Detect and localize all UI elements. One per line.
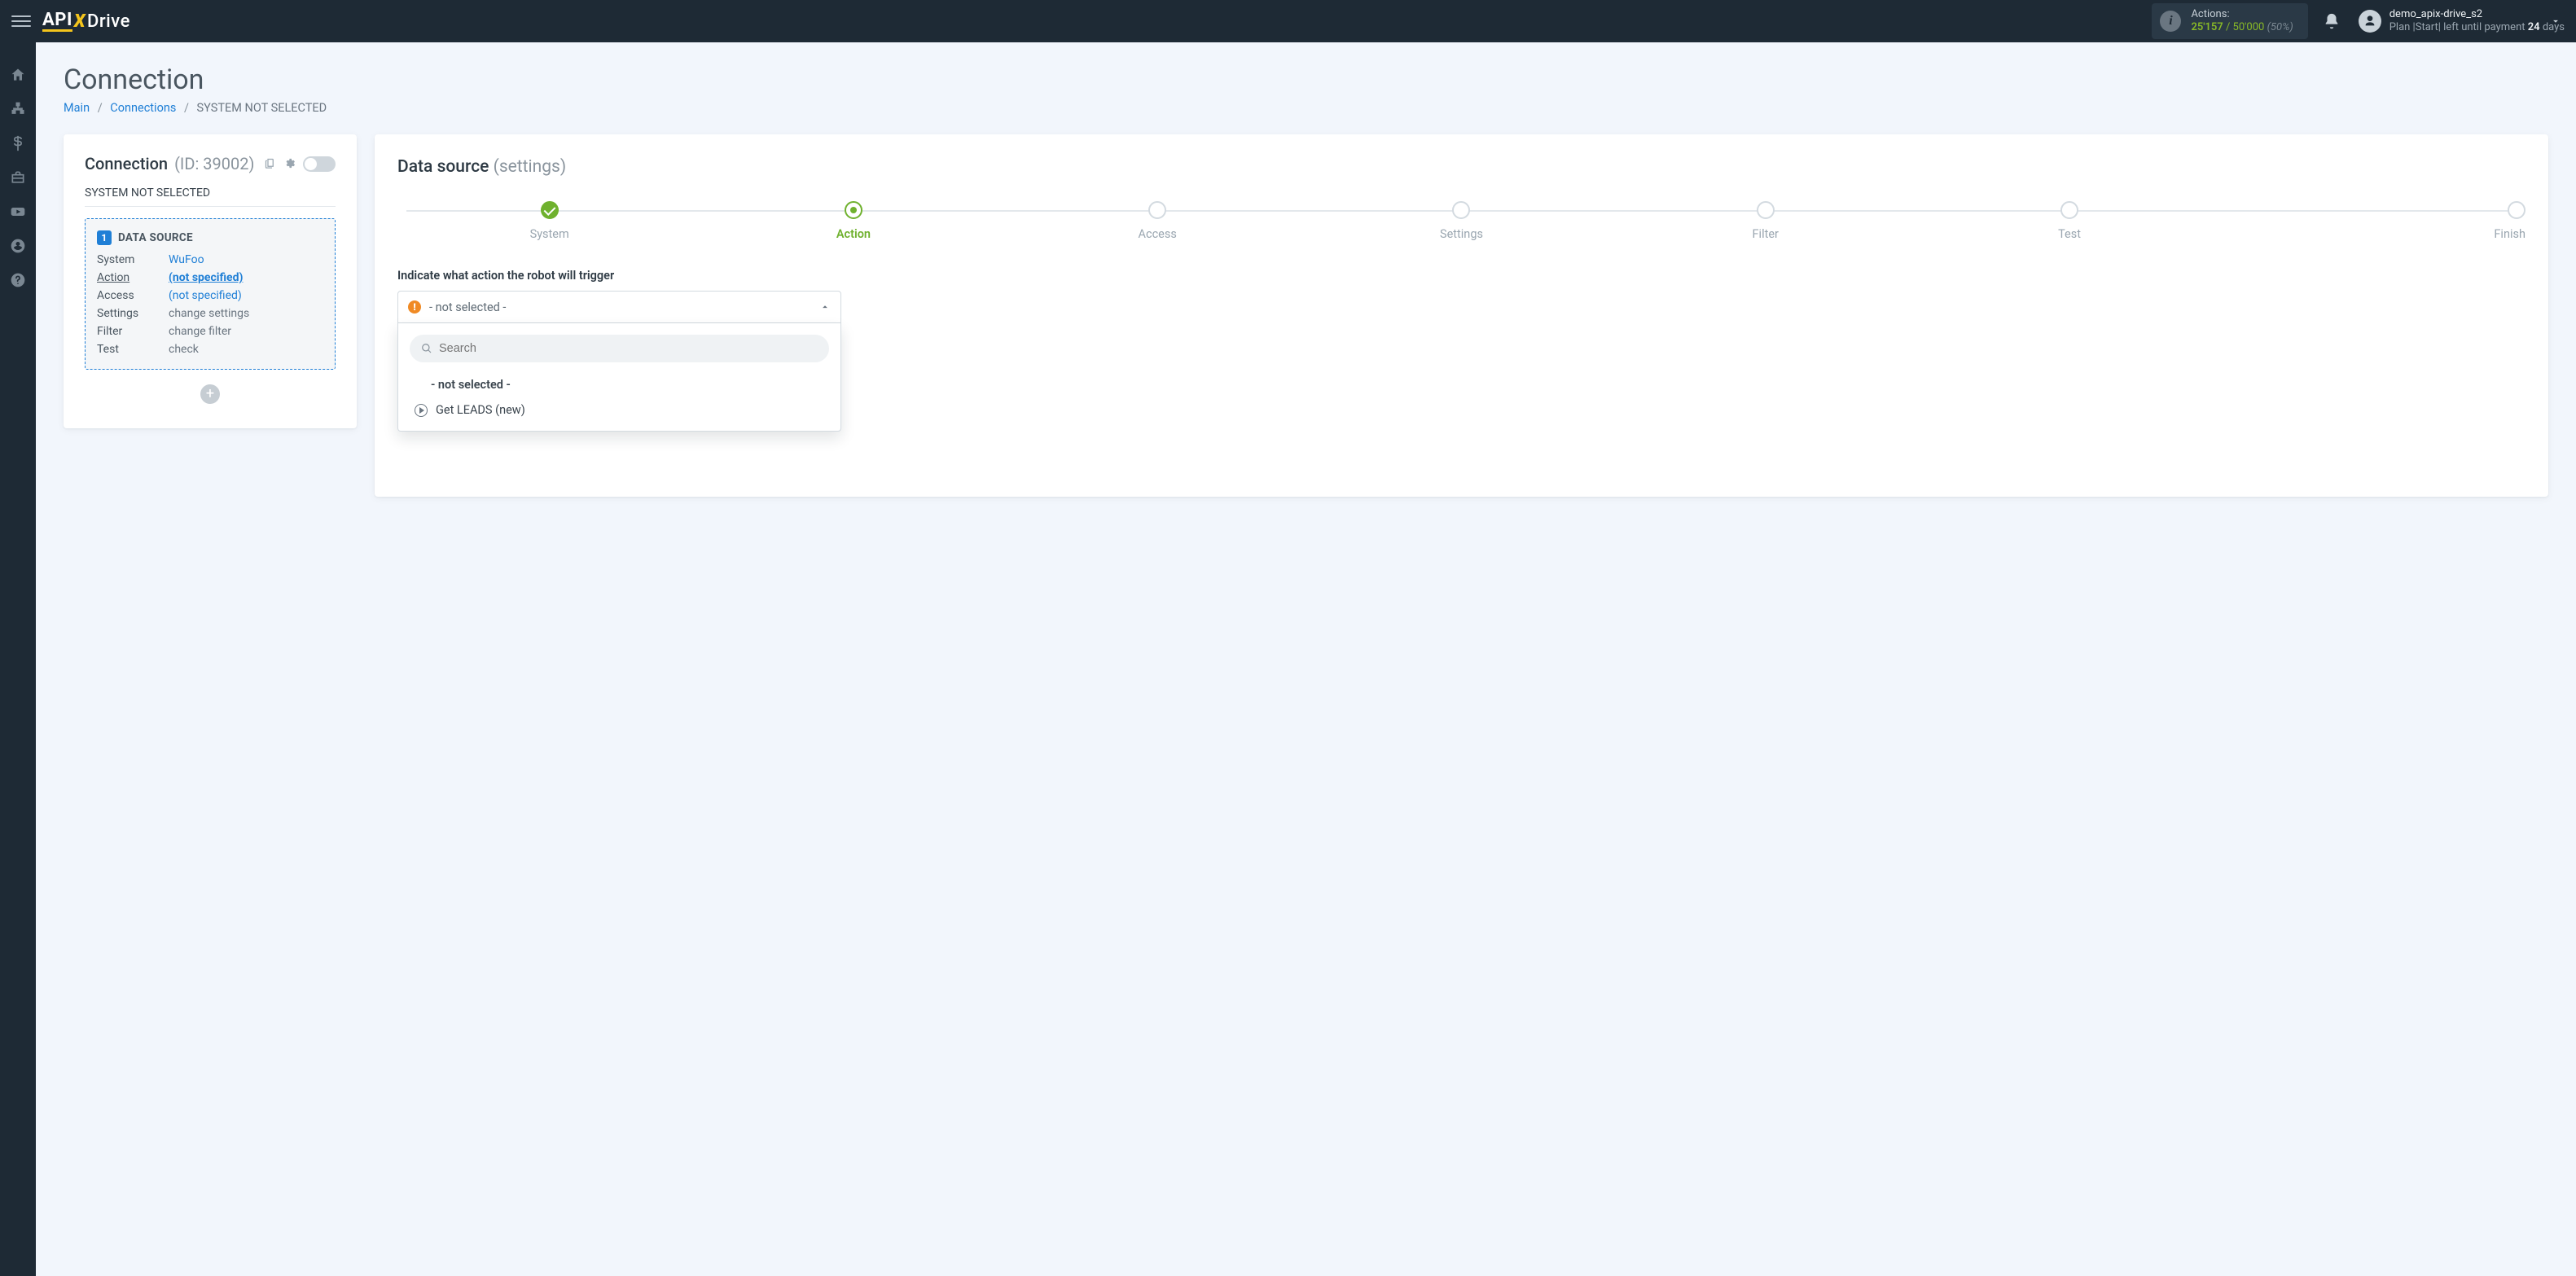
logo-api: API bbox=[42, 11, 72, 32]
wizard-stepper: System Action Access Settings Filter Tes… bbox=[397, 201, 2526, 241]
connection-heading: Connection bbox=[85, 154, 168, 173]
topbar: API X Drive i Actions: 25'157 / 50'000 (… bbox=[0, 0, 2576, 42]
side-rail bbox=[0, 42, 36, 1276]
help-icon[interactable] bbox=[10, 272, 26, 288]
crumb-current: SYSTEM NOT SELECTED bbox=[197, 101, 327, 115]
ds-heading: Data source bbox=[397, 157, 489, 177]
ds-badge: 1 bbox=[97, 230, 112, 245]
row-access-val[interactable]: (not specified) bbox=[169, 289, 323, 302]
crumb-sep: / bbox=[98, 101, 103, 115]
action-prompt: Indicate what action the robot will trig… bbox=[397, 269, 2526, 283]
logo-drive: Drive bbox=[87, 11, 130, 32]
step-finish[interactable]: Finish bbox=[2222, 201, 2526, 241]
actions-label: Actions: bbox=[2191, 8, 2293, 21]
step-system[interactable]: System bbox=[397, 201, 701, 241]
action-select-value: - not selected - bbox=[429, 300, 506, 314]
chevron-up-icon bbox=[819, 301, 831, 313]
connection-id: (ID: 39002) bbox=[174, 154, 254, 173]
actions-quota-pill[interactable]: i Actions: 25'157 / 50'000 (50%) bbox=[2152, 3, 2307, 40]
warning-icon: ! bbox=[408, 300, 421, 314]
play-icon bbox=[415, 404, 428, 417]
breadcrumb: Main / Connections / SYSTEM NOT SELECTED bbox=[64, 101, 2548, 115]
avatar-icon bbox=[2359, 10, 2381, 33]
action-select-head[interactable]: ! - not selected - bbox=[397, 291, 841, 323]
add-destination-button[interactable]: + bbox=[200, 384, 220, 404]
briefcase-icon[interactable] bbox=[10, 169, 26, 186]
info-icon: i bbox=[2160, 11, 2181, 32]
copy-icon[interactable] bbox=[264, 157, 276, 169]
row-action-key[interactable]: Action bbox=[97, 271, 162, 284]
action-select: ! - not selected - - not selected - Get … bbox=[397, 291, 841, 432]
option-not-selected[interactable]: - not selected - bbox=[410, 372, 829, 397]
dollar-icon[interactable] bbox=[10, 135, 26, 151]
step-test[interactable]: Test bbox=[1917, 201, 2221, 241]
chevron-down-icon[interactable] bbox=[2550, 15, 2561, 27]
ds-heading-sub: (settings) bbox=[494, 157, 567, 177]
row-action-val[interactable]: (not specified) bbox=[169, 271, 323, 284]
connection-enable-toggle[interactable] bbox=[303, 156, 336, 172]
user-menu[interactable]: demo_apix-drive_s2 Plan |Start| left unt… bbox=[2359, 8, 2565, 35]
ds-title: DATA SOURCE bbox=[118, 231, 193, 244]
row-system-val[interactable]: WuFoo bbox=[169, 253, 323, 266]
data-source-box: 1 DATA SOURCE System WuFoo Action (not s… bbox=[85, 218, 336, 370]
user-name: demo_apix-drive_s2 bbox=[2389, 8, 2565, 21]
row-filter-val[interactable]: change filter bbox=[169, 325, 323, 338]
crumb-connections[interactable]: Connections bbox=[110, 101, 176, 115]
row-filter-key: Filter bbox=[97, 325, 162, 338]
step-access[interactable]: Access bbox=[1006, 201, 1310, 241]
search-icon bbox=[421, 343, 432, 354]
actions-pct: (50%) bbox=[2267, 21, 2293, 33]
youtube-icon[interactable] bbox=[10, 204, 26, 220]
page-title: Connection bbox=[64, 64, 2548, 96]
logo-x: X bbox=[74, 11, 86, 32]
brand-logo[interactable]: API X Drive bbox=[42, 11, 130, 32]
row-access-key: Access bbox=[97, 289, 162, 302]
gear-icon[interactable] bbox=[283, 157, 296, 169]
option-get-leads-label: Get LEADS (new) bbox=[436, 403, 525, 417]
actions-sep: / bbox=[2223, 21, 2233, 33]
home-icon[interactable] bbox=[10, 67, 26, 83]
page-body: Connection Main / Connections / SYSTEM N… bbox=[36, 42, 2576, 1276]
actions-used: 25'157 bbox=[2191, 21, 2223, 33]
row-test-val[interactable]: check bbox=[169, 343, 323, 356]
row-settings-key: Settings bbox=[97, 307, 162, 320]
user-plan-prefix: Plan |Start| left until payment bbox=[2389, 21, 2528, 33]
hamburger-menu-icon[interactable] bbox=[11, 11, 31, 31]
crumb-main[interactable]: Main bbox=[64, 101, 90, 115]
actions-total: 50'000 bbox=[2233, 21, 2265, 33]
step-settings[interactable]: Settings bbox=[1310, 201, 1613, 241]
action-search-input[interactable] bbox=[439, 342, 818, 355]
connection-subhead: SYSTEM NOT SELECTED bbox=[85, 186, 336, 207]
user-plan-days: 24 bbox=[2528, 21, 2540, 33]
sitemap-icon[interactable] bbox=[10, 101, 26, 117]
option-get-leads[interactable]: Get LEADS (new) bbox=[410, 397, 829, 423]
step-action[interactable]: Action bbox=[701, 201, 1005, 241]
row-test-key: Test bbox=[97, 343, 162, 356]
row-settings-val[interactable]: change settings bbox=[169, 307, 323, 320]
user-plan: Plan |Start| left until payment 24 days bbox=[2389, 21, 2565, 34]
crumb-sep: / bbox=[184, 101, 189, 115]
data-source-settings-card: Data source (settings) System Action Acc… bbox=[375, 134, 2548, 497]
action-dropdown: - not selected - Get LEADS (new) bbox=[397, 323, 841, 432]
user-icon[interactable] bbox=[10, 238, 26, 254]
row-system-key: System bbox=[97, 253, 162, 266]
action-search-box[interactable] bbox=[410, 335, 829, 362]
step-filter[interactable]: Filter bbox=[1613, 201, 1917, 241]
connection-summary-card: Connection (ID: 39002) SYSTEM NOT SELECT… bbox=[64, 134, 357, 428]
notifications-bell-icon[interactable] bbox=[2323, 12, 2341, 30]
